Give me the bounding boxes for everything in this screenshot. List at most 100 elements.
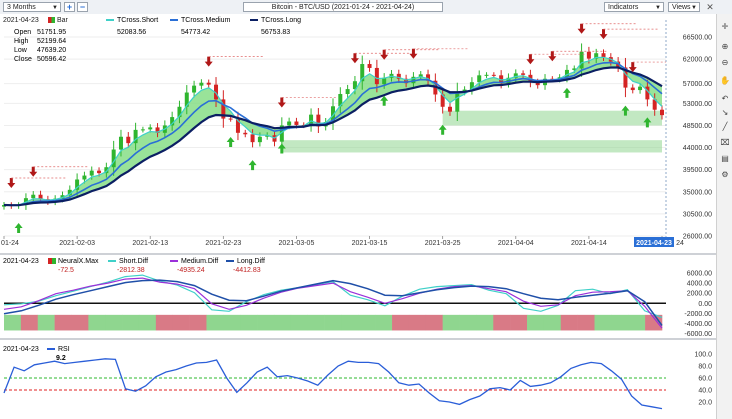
shortdiff-legend-name: Short.Diff xyxy=(119,258,148,265)
candle-body xyxy=(521,73,526,75)
arrow-icon[interactable]: ↘ xyxy=(720,108,730,118)
neural-max-block xyxy=(577,314,595,331)
candle-body xyxy=(374,67,379,85)
open-label: Open xyxy=(14,29,31,36)
neural-max-block xyxy=(290,314,308,331)
candle-body xyxy=(660,109,664,116)
neural-max-block xyxy=(155,314,174,331)
medium-legend-name: TCross.Medium xyxy=(181,17,231,24)
candle-body xyxy=(586,51,591,59)
neural-legend-icon xyxy=(48,258,52,264)
date-tick-label: 2021-04-23 xyxy=(636,240,672,247)
candle-body xyxy=(118,136,123,150)
settings-icon[interactable]: ⚙ xyxy=(720,170,730,180)
candle-body xyxy=(228,118,233,120)
zoom-in-icon[interactable]: ⊕ xyxy=(720,42,730,52)
draw-line-icon[interactable]: ╱ xyxy=(720,122,730,132)
rsi-tick-label: 40.0 xyxy=(698,388,712,395)
chart-canvas[interactable]: 66500.00 62000.00 57000.00 53000.00 48500.00… xyxy=(0,0,732,419)
candle-body xyxy=(367,64,372,68)
neural-max-block xyxy=(560,314,578,331)
neural-max-block xyxy=(71,314,89,331)
date-tick-label: 2021-02-23 xyxy=(205,240,241,247)
price-tick-label: 30500.00 xyxy=(683,211,712,218)
candle-body xyxy=(447,106,452,112)
price-tick-label: 57000.00 xyxy=(683,81,712,88)
bar-legend-icon-half xyxy=(48,17,52,23)
price-tick-label: 26000.00 xyxy=(683,234,712,241)
rsi-legend-value: 9.2 xyxy=(56,355,66,362)
neural-max-block xyxy=(425,314,443,331)
price-tick-label: 44000.00 xyxy=(683,145,712,152)
diff-tick-label: 0.00 xyxy=(698,301,712,308)
undo-icon[interactable]: ↶ xyxy=(720,94,730,104)
pan-icon[interactable]: ✋ xyxy=(720,76,730,86)
date-tick-label: 01-24 xyxy=(1,240,19,247)
price-tick-label: 53000.00 xyxy=(683,101,712,108)
candle-body xyxy=(491,74,496,76)
layers-icon[interactable]: ▤ xyxy=(720,154,730,164)
candle-body xyxy=(601,53,606,58)
neural-max-block xyxy=(459,314,477,331)
candle-body xyxy=(82,175,87,180)
zoom-out-icon[interactable]: ⊖ xyxy=(720,58,730,68)
rsi-tick-label: 80.0 xyxy=(698,364,712,371)
candle-body xyxy=(484,74,489,76)
candle-body xyxy=(192,85,197,93)
support-zone xyxy=(442,110,662,126)
neural-max-block xyxy=(341,314,359,331)
neural-max-block xyxy=(611,314,629,331)
candle-body xyxy=(89,170,94,176)
rsi-tick-label: 100.0 xyxy=(694,352,712,359)
price-tick-label: 35000.00 xyxy=(683,189,712,196)
candle-body xyxy=(199,82,204,86)
price-tick-label: 39500.00 xyxy=(683,167,712,174)
close-value: 50596.42 xyxy=(37,56,66,63)
neural-max-block xyxy=(257,314,275,331)
price-tick-label: 66500.00 xyxy=(683,35,712,42)
close-label: Close xyxy=(14,56,32,63)
diff-tick-label: -6000.00 xyxy=(684,331,712,338)
price-panel-bg xyxy=(0,14,716,254)
shortdiff-legend-value: -2812.38 xyxy=(117,267,145,274)
mediumdiff-legend-value: -4935.24 xyxy=(177,267,205,274)
date-tick-label: 2021-02-03 xyxy=(59,240,95,247)
rsi-tick-label: 60.0 xyxy=(698,376,712,383)
diff-tick-label: -4000.00 xyxy=(684,321,712,328)
rsi-panel-bg xyxy=(0,340,716,419)
neural-max-block xyxy=(240,314,258,331)
candle-body xyxy=(294,121,299,125)
candle-body xyxy=(126,136,131,144)
long-legend-name: TCross.Long xyxy=(261,17,301,24)
neural-max-block xyxy=(223,314,241,331)
neural-max-block xyxy=(105,314,123,331)
neural-legend-value: -72.5 xyxy=(58,267,74,274)
support-zone xyxy=(281,140,662,153)
neural-max-block xyxy=(20,314,39,331)
date-tick-label: 2021-04-04 xyxy=(498,240,534,247)
neural-max-block xyxy=(206,314,224,331)
candle-body xyxy=(345,89,350,94)
crosshair-icon[interactable]: ✛ xyxy=(720,22,730,32)
text-tool-icon[interactable]: ⌧ xyxy=(720,138,730,148)
neural-max-block xyxy=(307,314,325,331)
neural-max-block xyxy=(375,314,393,331)
neural-max-block xyxy=(527,314,545,331)
price-date-label: 2021-04-23 xyxy=(3,17,39,24)
neural-max-block xyxy=(189,314,207,331)
diff-tick-label: -2000.00 xyxy=(684,311,712,318)
open-value: 51751.95 xyxy=(37,29,66,36)
neural-max-block xyxy=(54,314,72,331)
neural-max-block xyxy=(37,314,55,331)
medium-legend-value: 54773.42 xyxy=(181,29,210,36)
chart-tools-sidebar: ✛ ⊕ ⊖ ✋ ↶ ↘ ╱ ⌧ ▤ ⚙ xyxy=(716,14,732,419)
candle-body xyxy=(630,87,635,91)
neural-max-block xyxy=(358,314,376,331)
neural-max-block xyxy=(122,314,140,331)
neural-max-block xyxy=(324,314,342,331)
short-legend-name: TCross.Short xyxy=(117,17,158,24)
bar-legend-label: Bar xyxy=(57,17,69,24)
candle-body xyxy=(287,121,292,126)
candle-body xyxy=(206,82,211,85)
high-label: High xyxy=(14,38,29,45)
